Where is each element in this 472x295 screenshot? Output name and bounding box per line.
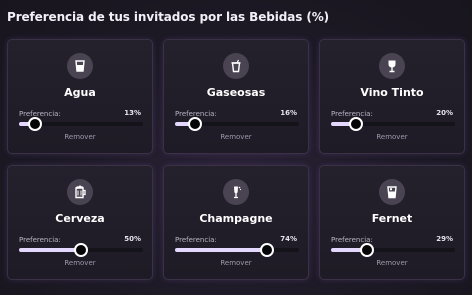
preference-slider[interactable] — [331, 117, 455, 131]
slider-fill — [175, 248, 267, 252]
remove-button[interactable]: Remover — [8, 259, 152, 267]
preference-slider[interactable] — [175, 117, 299, 131]
preference-slider[interactable] — [331, 243, 455, 257]
preference-slider[interactable] — [175, 243, 299, 257]
preference-percent: 29% — [436, 235, 453, 243]
remove-button[interactable]: Remover — [8, 133, 152, 141]
slider-thumb[interactable] — [359, 243, 374, 257]
slider-thumb[interactable] — [28, 117, 43, 131]
fernet-glass-icon — [379, 179, 405, 205]
preference-percent: 74% — [280, 235, 297, 243]
drink-card-cerveza: Cerveza Preferencia: 50% Remover — [7, 165, 153, 280]
drink-name: Gaseosas — [206, 86, 266, 99]
drink-name: Fernet — [371, 212, 413, 225]
drink-name: Vino Tinto — [360, 86, 424, 99]
preference-label: Preferencia: — [19, 110, 61, 118]
preference-percent: 13% — [124, 109, 141, 117]
page-title: Preferencia de tus invitados por las Beb… — [7, 10, 330, 24]
beer-mug-icon — [67, 179, 93, 205]
drink-name: Champagne — [199, 212, 273, 225]
remove-button[interactable]: Remover — [164, 133, 308, 141]
preference-percent: 20% — [436, 109, 453, 117]
preference-label: Preferencia: — [175, 236, 217, 244]
slider-thumb[interactable] — [74, 243, 88, 257]
preference-label: Preferencia: — [19, 236, 61, 244]
slider-fill — [19, 248, 81, 252]
drink-card-champagne: Champagne Preferencia: 74% Remover — [163, 165, 309, 280]
preference-percent: 16% — [280, 109, 297, 117]
drink-card-agua: Agua Preferencia: 13% Remover — [7, 39, 153, 154]
remove-button[interactable]: Remover — [320, 133, 464, 141]
drink-grid: Agua Preferencia: 13% Remover Gaseosas P… — [7, 39, 465, 280]
drink-card-fernet: Fernet Preferencia: 29% Remover — [319, 165, 465, 280]
slider-thumb[interactable] — [259, 243, 274, 257]
slider-thumb[interactable] — [187, 117, 202, 131]
drink-name: Agua — [64, 86, 96, 99]
soda-cup-icon — [223, 53, 249, 79]
remove-button[interactable]: Remover — [320, 259, 464, 267]
preference-slider[interactable] — [19, 243, 143, 257]
drink-card-vino-tinto: Vino Tinto Preferencia: 20% Remover — [319, 39, 465, 154]
remove-button[interactable]: Remover — [164, 259, 308, 267]
drink-name: Cerveza — [55, 212, 105, 225]
champagne-glass-icon — [223, 179, 249, 205]
drink-card-gaseosas: Gaseosas Preferencia: 16% Remover — [163, 39, 309, 154]
preference-slider[interactable] — [19, 117, 143, 131]
preference-percent: 50% — [124, 235, 141, 243]
glass-water-icon — [67, 53, 93, 79]
page: Preferencia de tus invitados por las Beb… — [0, 0, 472, 295]
wine-glass-icon — [379, 53, 405, 79]
slider-thumb[interactable] — [348, 117, 363, 131]
